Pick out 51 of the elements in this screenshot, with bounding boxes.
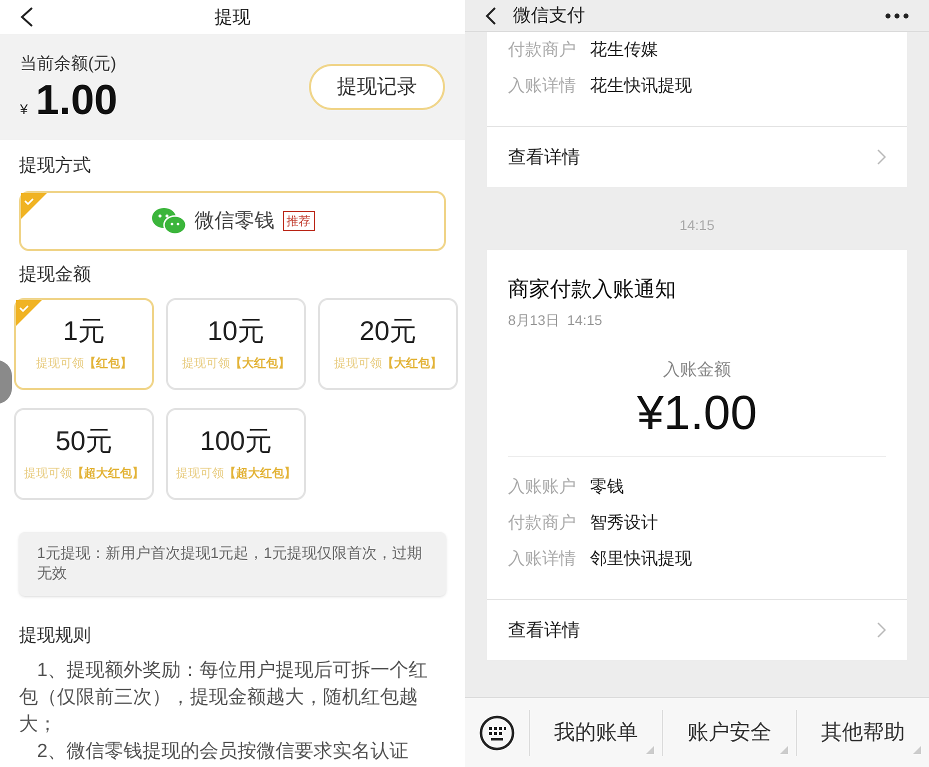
menu-item[interactable]: 账户安全	[662, 710, 796, 756]
corner-triangle-icon	[912, 746, 921, 754]
amount-option[interactable]: 100元 提现可领【超大红包】	[166, 408, 306, 500]
payment-option[interactable]: 微信零钱 推荐	[19, 191, 446, 251]
menu-item[interactable]: 我的账单	[529, 710, 662, 756]
check-corner-icon	[21, 193, 47, 219]
menu-item[interactable]: 其他帮助	[796, 710, 929, 756]
chevron-right-icon	[877, 622, 886, 638]
currency-sign: ¥	[20, 100, 28, 119]
amount-option[interactable]: 20元 提现可领【大红包】	[318, 298, 458, 390]
amount-label: 入账金额	[662, 358, 732, 380]
field-label: 付款商户	[508, 512, 576, 534]
field-value: 花生快讯提现	[590, 75, 692, 98]
field-label: 入账详情	[508, 75, 576, 98]
balance-label: 当前余额(元)	[20, 53, 118, 76]
notice-box: 1元提现：新用户首次提现1元起，1元提现仅限首次，过期无效	[19, 532, 446, 596]
check-corner-icon	[16, 300, 42, 326]
recommend-badge: 推荐	[282, 211, 314, 231]
field-value: 邻里快讯提现	[590, 548, 692, 570]
amount-value: ¥1.00	[636, 386, 758, 442]
section-title: 提现方式	[19, 154, 92, 177]
page-title: 微信支付	[513, 4, 585, 27]
field-value: 智秀设计	[590, 512, 658, 534]
field-value: 零钱	[590, 476, 624, 498]
chat-bubbles-icon	[150, 206, 186, 236]
corner-triangle-icon	[780, 746, 788, 754]
corner-triangle-icon	[646, 746, 654, 754]
details-link[interactable]: 查看详情	[487, 127, 907, 187]
back-icon[interactable]	[20, 7, 34, 27]
more-icon[interactable]	[885, 12, 909, 18]
card-title: 商家付款入账通知	[508, 277, 677, 303]
details-link[interactable]: 查看详情	[487, 600, 907, 660]
field-label: 入账账户	[508, 476, 576, 498]
keyboard-icon[interactable]	[479, 714, 515, 750]
rule-text: 2、微信零钱提现的会员按微信要求实名认证	[36, 740, 410, 764]
history-button[interactable]: 提现记录	[309, 64, 445, 110]
back-icon[interactable]	[485, 6, 497, 24]
field-label: 付款商户	[508, 39, 576, 62]
section-title: 提现规则	[19, 624, 92, 647]
rule-text: 1、提现额外奖励：每位用户提现后可拆一个红包（仅限前三次），提现金额越大，随机红包越大；	[19, 659, 429, 737]
chevron-right-icon	[877, 149, 886, 165]
field-value: 花生传媒	[590, 39, 658, 62]
section-title: 提现金额	[19, 263, 92, 286]
page-title: 提现	[214, 6, 250, 28]
amount-option[interactable]: 1元 提现可领【红包】	[14, 298, 154, 390]
amount-option[interactable]: 50元 提现可领【超大红包】	[14, 408, 154, 500]
card-date: 8月13日 14:15	[508, 310, 604, 330]
amount-option[interactable]: 10元 提现可领【大红包】	[166, 298, 306, 390]
timestamp: 14:15	[678, 216, 716, 235]
balance-amount: 1.00	[36, 76, 118, 123]
field-label: 入账详情	[508, 548, 576, 570]
